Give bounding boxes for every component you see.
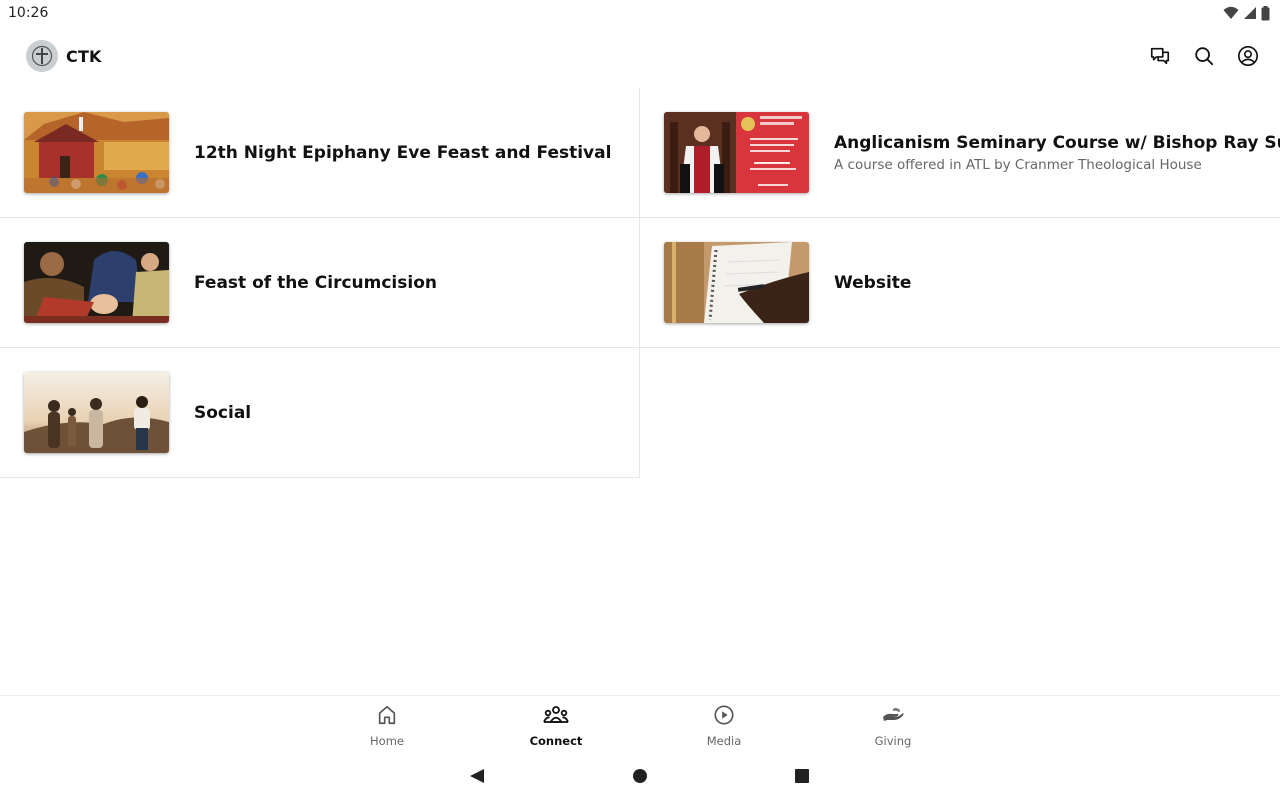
item-text: Social xyxy=(194,403,251,423)
nav-label: Home xyxy=(370,734,404,748)
item-title: Website xyxy=(834,272,912,293)
thumbnail-image xyxy=(664,112,809,193)
nav-item-connect[interactable]: Connect xyxy=(516,704,596,748)
back-icon[interactable] xyxy=(469,768,485,789)
search-icon[interactable] xyxy=(1192,44,1216,68)
people-icon xyxy=(543,704,569,731)
item-text: Anglicanism Seminary Course w/ Bishop Ra… xyxy=(834,133,1280,173)
nav-label: Connect xyxy=(529,734,583,748)
app-bar-actions xyxy=(1148,44,1260,68)
thumbnail-image xyxy=(24,372,169,453)
battery-icon xyxy=(1261,5,1270,21)
item-text: 12th Night Epiphany Eve Feast and Festiv… xyxy=(194,143,611,163)
item-title: Social xyxy=(194,402,252,423)
chat-icon[interactable] xyxy=(1148,44,1172,68)
play-circle-icon xyxy=(713,704,735,731)
giving-hand-icon xyxy=(881,704,905,731)
account-icon[interactable] xyxy=(1236,44,1260,68)
nav-label: Giving xyxy=(874,734,912,748)
thumbnail-image xyxy=(664,242,809,323)
home-icon xyxy=(376,704,398,731)
app-name: CTK xyxy=(66,46,102,66)
list-item[interactable]: Feast of the Circumcision xyxy=(0,218,640,348)
signal-icon xyxy=(1243,6,1257,20)
item-subtitle: A course offered in ATL by Cranmer Theol… xyxy=(834,156,1202,173)
list-item[interactable]: 12th Night Epiphany Eve Feast and Festiv… xyxy=(0,88,640,218)
item-text: Feast of the Circumcision xyxy=(194,273,437,293)
thumbnail-image xyxy=(24,242,169,323)
brand[interactable]: CTK xyxy=(26,40,102,72)
nav-item-media[interactable]: Media xyxy=(684,704,764,748)
list-item[interactable]: Social xyxy=(0,348,640,478)
nav-item-home[interactable]: Home xyxy=(347,704,427,748)
wifi-icon xyxy=(1223,6,1239,20)
nav-label: Media xyxy=(706,734,742,748)
item-title: Feast of the Circumcision xyxy=(194,272,437,293)
list-item[interactable]: Website xyxy=(640,218,1280,348)
item-title: Anglicanism Seminary Course w/ Bishop Ra… xyxy=(834,132,1280,153)
home-circle-icon[interactable] xyxy=(632,768,648,789)
system-nav-bar xyxy=(0,752,1280,800)
status-bar: 10:26 xyxy=(0,0,1280,26)
cross-logo-icon xyxy=(26,40,58,72)
list-item[interactable]: Anglicanism Seminary Course w/ Bishop Ra… xyxy=(640,88,1280,218)
nav-item-giving[interactable]: Giving xyxy=(853,704,933,748)
bottom-nav: Home Connect Media Giving xyxy=(0,695,1280,751)
item-title: 12th Night Epiphany Eve Feast and Festiv… xyxy=(194,142,612,163)
item-text: Website xyxy=(834,273,911,293)
status-time: 10:26 xyxy=(8,5,49,21)
app-bar: CTK xyxy=(0,30,1280,82)
recents-icon[interactable] xyxy=(794,768,810,789)
thumbnail-image xyxy=(24,112,169,193)
content-grid: 12th Night Epiphany Eve Feast and Festiv… xyxy=(0,88,1280,478)
status-icons xyxy=(1223,5,1270,21)
